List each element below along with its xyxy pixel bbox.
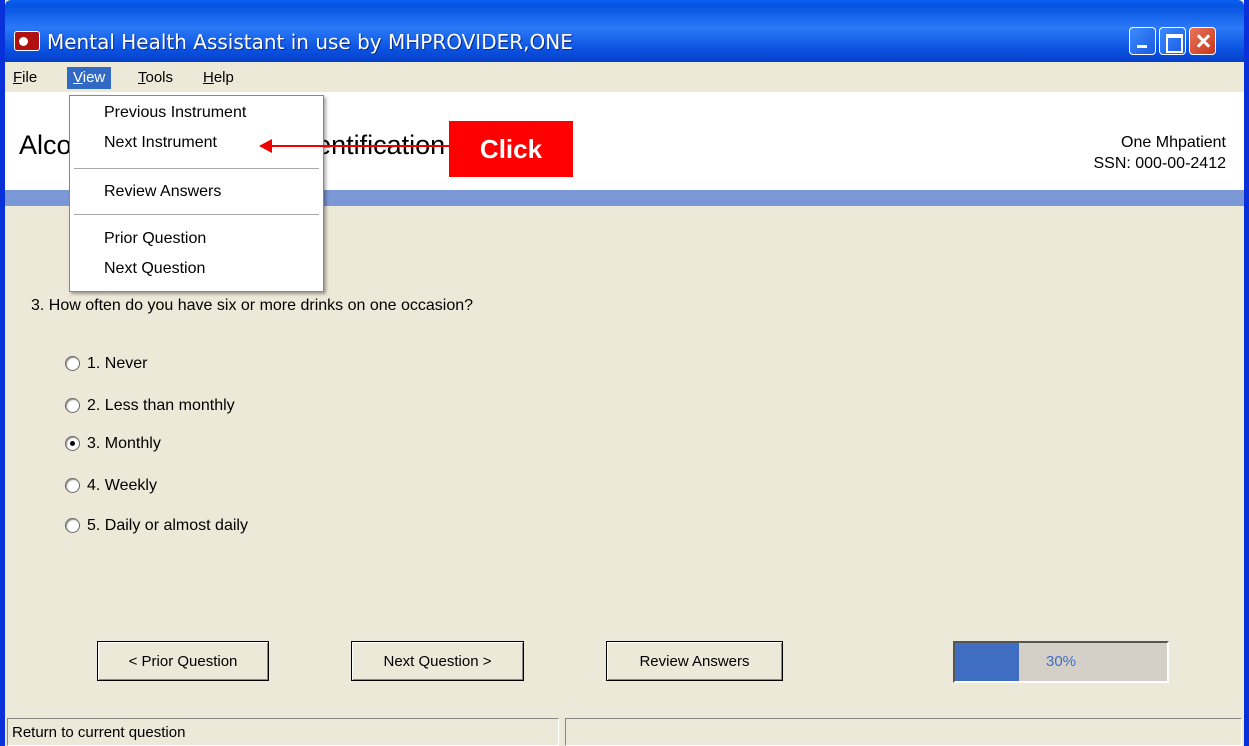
menu-separator [74, 168, 319, 170]
app-icon [14, 31, 40, 51]
menu-item-next-question[interactable]: Next Question [104, 260, 205, 278]
menu-item-next-instrument[interactable]: Next Instrument [104, 134, 217, 152]
progress-bar: 30% [953, 641, 1169, 683]
radio-button[interactable] [65, 398, 80, 413]
menu-tools[interactable]: Tools [132, 67, 179, 89]
menu-item-previous-instrument[interactable]: Previous Instrument [104, 104, 246, 122]
close-button[interactable] [1189, 27, 1216, 55]
answer-label: 4. Weekly [87, 477, 157, 494]
next-question-button[interactable]: Next Question > [351, 641, 524, 681]
status-panel [565, 718, 1242, 746]
menu-help[interactable]: Help [197, 67, 240, 89]
menu-file[interactable]: File [7, 67, 43, 89]
minimize-button[interactable] [1129, 27, 1156, 55]
title-bar[interactable]: Mental Health Assistant in use by MHPROV… [5, 0, 1244, 62]
patient-name: One Mhpatient [1121, 134, 1226, 151]
answer-label: 2. Less than monthly [87, 397, 235, 414]
app-window: Mental Health Assistant in use by MHPROV… [0, 0, 1249, 746]
radio-button[interactable] [65, 356, 80, 371]
radio-button[interactable] [65, 518, 80, 533]
progress-label: 30% [1045, 653, 1077, 670]
menu-bar: File View Tools Help [5, 62, 1244, 92]
patient-ssn: SSN: 000-00-2412 [1093, 155, 1226, 172]
status-text: Return to current question [7, 718, 559, 746]
menu-view[interactable]: View [67, 67, 112, 89]
annotation-arrow-icon [259, 139, 272, 153]
answer-label: 1. Never [87, 355, 148, 372]
view-menu-dropdown: Previous Instrument Next Instrument Revi… [69, 95, 324, 292]
answer-label: 3. Monthly [87, 435, 161, 452]
menu-separator [74, 214, 319, 216]
answer-label: 5. Daily or almost daily [87, 517, 248, 534]
prior-question-button[interactable]: < Prior Question [97, 641, 269, 681]
menu-item-prior-question[interactable]: Prior Question [104, 230, 206, 248]
question-text: 3. How often do you have six or more dri… [31, 297, 474, 314]
annotation-arrow-line [267, 145, 449, 147]
maximize-button[interactable] [1159, 27, 1186, 55]
menu-item-review-answers[interactable]: Review Answers [104, 183, 221, 201]
review-answers-button[interactable]: Review Answers [606, 641, 783, 681]
radio-button-selected[interactable] [65, 436, 80, 451]
radio-button[interactable] [65, 478, 80, 493]
status-bar: Return to current question [5, 716, 1244, 746]
window-title: Mental Health Assistant in use by MHPROV… [47, 30, 573, 54]
annotation-click-label: Click [449, 121, 573, 177]
